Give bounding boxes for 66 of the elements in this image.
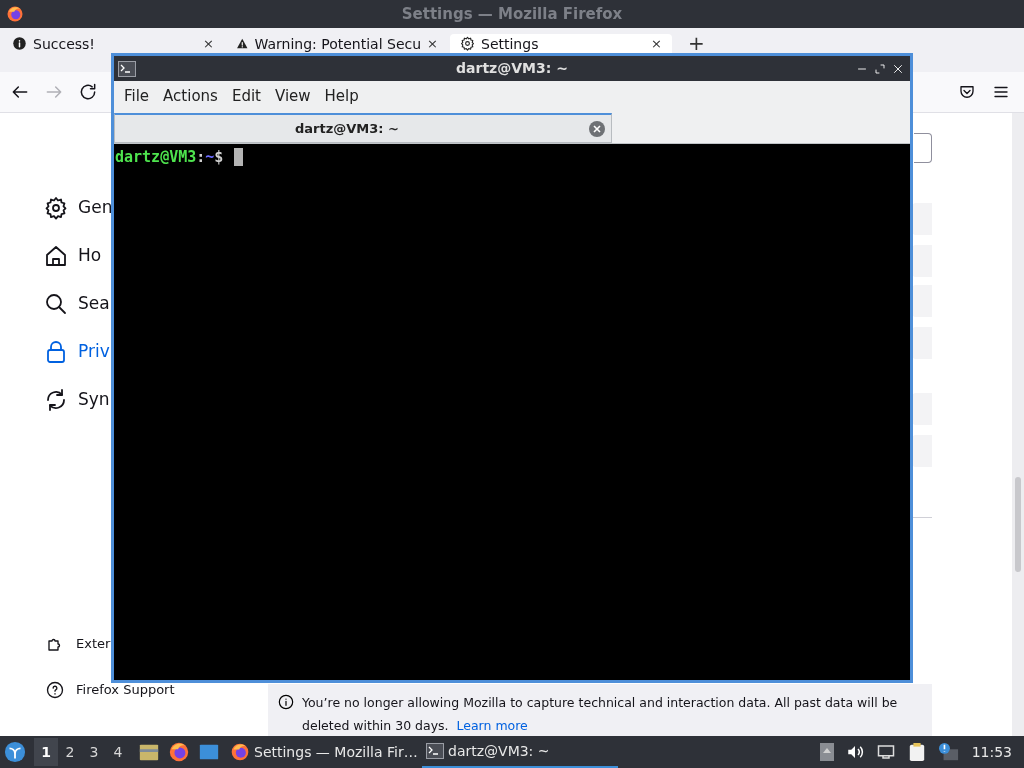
- info-icon: [278, 694, 294, 710]
- terminal-prompt: dartz@VM3:~$: [115, 147, 224, 167]
- close-button[interactable]: ×: [651, 35, 662, 52]
- gear-icon: [460, 36, 475, 51]
- arrow-up-icon[interactable]: [819, 743, 834, 761]
- window-title: Settings — Mozilla Firefox: [400, 3, 624, 25]
- firefox-logo-icon: [230, 742, 250, 762]
- close-button[interactable]: ×: [427, 35, 438, 52]
- notification-text: You’re no longer allowing Mozilla to capture technical and interaction data. All past data will be deleted within 30 days. Learn more: [302, 694, 899, 735]
- settings-row-background: [912, 203, 932, 235]
- menu-item[interactable]: Actions: [157, 85, 224, 108]
- scrollbar-thumb[interactable]: [1015, 477, 1021, 572]
- text-cursor: [234, 148, 244, 166]
- menu-item[interactable]: Help: [318, 85, 365, 108]
- learn-more-link[interactable]: Learn more: [456, 718, 528, 733]
- settings-row-background: [912, 285, 932, 317]
- network-icon[interactable]: [875, 743, 896, 761]
- workspace-button[interactable]: 3: [82, 738, 106, 766]
- close-button[interactable]: ×: [203, 35, 214, 52]
- reload-icon[interactable]: [78, 82, 98, 102]
- settings-row-background: [912, 327, 932, 359]
- menu-item[interactable]: View: [268, 85, 317, 108]
- taskbar-task[interactable]: dartz@VM3: ~: [422, 736, 618, 768]
- terminal-icon: [118, 60, 136, 77]
- sidebar-link[interactable]: Firefox Support: [76, 682, 175, 698]
- home-icon: [44, 244, 68, 268]
- sidebar-item[interactable]: Gen: [78, 195, 113, 221]
- firefox-logo-icon: [6, 5, 24, 23]
- new-tab-button[interactable]: +: [688, 34, 705, 52]
- menu-item[interactable]: Edit: [225, 85, 267, 108]
- clock: 11:53: [971, 742, 1012, 762]
- sidebar-link[interactable]: Exter: [76, 636, 111, 652]
- settings-row-background: [912, 435, 932, 467]
- search-field[interactable]: [914, 133, 932, 163]
- workspace-button[interactable]: 2: [58, 738, 82, 766]
- taskbar-task[interactable]: Settings — Mozilla Fir…: [226, 736, 422, 768]
- pocket-icon[interactable]: [958, 83, 976, 101]
- terminal-icon: [426, 743, 444, 759]
- firefox-logo-icon[interactable]: [168, 741, 190, 763]
- settings-row-background: [912, 245, 932, 277]
- close-icon[interactable]: [892, 62, 904, 75]
- lock-icon: [44, 340, 68, 364]
- sidebar-item[interactable]: Priv: [78, 339, 110, 365]
- gear-icon: [44, 196, 68, 220]
- menu-item[interactable]: File: [118, 85, 156, 108]
- notification-icon[interactable]: [937, 742, 960, 762]
- warning-icon: [236, 36, 249, 51]
- terminal-tab[interactable]: dartz@VM3: ~: [114, 113, 612, 143]
- settings-row-background: [912, 393, 932, 425]
- workspace-button[interactable]: 4: [106, 738, 130, 766]
- info-icon: [12, 36, 27, 51]
- browser-tab[interactable]: Success! ×: [2, 34, 224, 53]
- maximize-icon[interactable]: [874, 62, 886, 75]
- help-icon: [46, 681, 64, 699]
- start-menu-icon[interactable]: [4, 741, 26, 763]
- sidebar-item[interactable]: Ho: [78, 243, 102, 269]
- sync-icon: [44, 388, 68, 412]
- browser-tab[interactable]: Settings ×: [450, 34, 672, 53]
- sidebar-item[interactable]: Sea: [78, 291, 110, 317]
- clipboard-icon[interactable]: [907, 742, 926, 762]
- workspace-button[interactable]: 1: [34, 738, 58, 766]
- search-icon: [44, 292, 68, 316]
- sidebar-item[interactable]: Syn: [78, 387, 110, 413]
- window-title: dartz@VM3: ~: [455, 59, 569, 78]
- browser-tab[interactable]: Warning: Potential Secu ×: [226, 34, 448, 53]
- close-icon[interactable]: [589, 120, 605, 137]
